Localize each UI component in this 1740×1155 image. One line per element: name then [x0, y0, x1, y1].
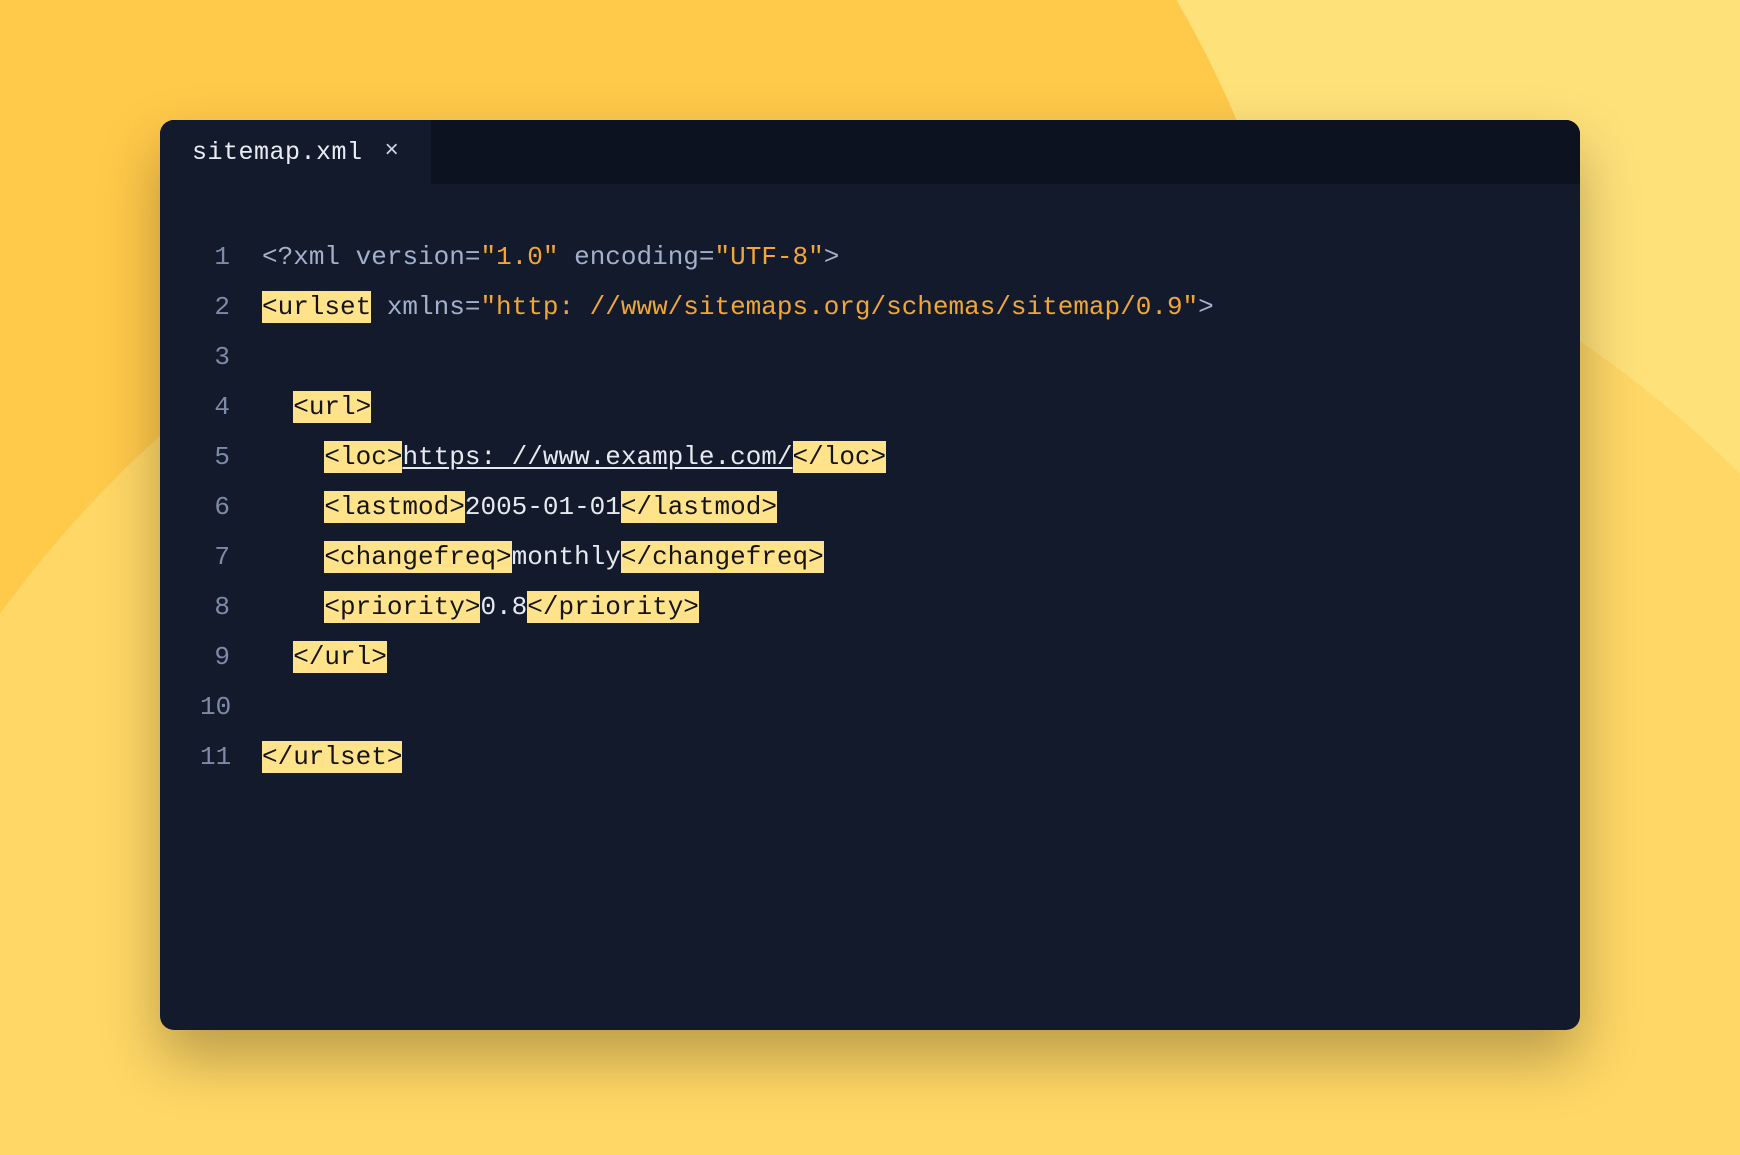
line-number: 1 [200, 244, 262, 270]
code-token [262, 542, 324, 572]
code-token [262, 492, 324, 522]
code-token: xml [293, 242, 355, 272]
code-token [262, 442, 324, 472]
code-line: 11</urlset> [200, 732, 1540, 782]
code-line: 8 <priority>0.8</priority> [200, 582, 1540, 632]
code-content[interactable]: <?xml version="1.0" encoding="UTF-8"> [262, 244, 1540, 270]
line-number: 7 [200, 544, 262, 570]
line-number: 11 [200, 744, 262, 770]
code-token: </changefreq> [621, 541, 824, 573]
code-line: 1<?xml version="1.0" encoding="UTF-8"> [200, 232, 1540, 282]
code-token: <? [262, 242, 293, 272]
code-token: monthly [512, 542, 621, 572]
code-token: <priority> [324, 591, 480, 623]
code-content[interactable]: <urlset xmlns="http: //www/sitemaps.org/… [262, 294, 1540, 320]
code-token: xmlns= [371, 292, 480, 322]
line-number: 9 [200, 644, 262, 670]
code-token: </url> [293, 641, 387, 673]
code-token [262, 692, 278, 722]
code-token: "UTF-8" [715, 242, 824, 272]
code-token: 0.8 [480, 592, 527, 622]
line-number: 2 [200, 294, 262, 320]
code-token [262, 642, 293, 672]
code-token: </priority> [527, 591, 699, 623]
code-token: https: //www.example.com/ [402, 442, 792, 472]
code-line: 9 </url> [200, 632, 1540, 682]
code-token: "http: //www/sitemaps.org/schemas/sitema… [480, 292, 1198, 322]
code-editor-window: sitemap.xml × 1<?xml version="1.0" encod… [160, 120, 1580, 1030]
code-line: 4 <url> [200, 382, 1540, 432]
code-content[interactable]: </urlset> [262, 744, 1540, 770]
line-number: 6 [200, 494, 262, 520]
code-token: </loc> [793, 441, 887, 473]
code-token: > [824, 242, 840, 272]
code-token: encoding= [558, 242, 714, 272]
code-token: <urlset [262, 291, 371, 323]
code-token: </lastmod> [621, 491, 777, 523]
code-token [262, 592, 324, 622]
code-content[interactable]: <loc>https: //www.example.com/</loc> [262, 444, 1540, 470]
code-token: > [1198, 292, 1214, 322]
code-line: 5 <loc>https: //www.example.com/</loc> [200, 432, 1540, 482]
code-token: <url> [293, 391, 371, 423]
close-icon[interactable]: × [381, 136, 404, 168]
code-token: "1.0" [480, 242, 558, 272]
code-line: 7 <changefreq>monthly</changefreq> [200, 532, 1540, 582]
file-tab[interactable]: sitemap.xml × [160, 120, 431, 184]
code-token: <loc> [324, 441, 402, 473]
line-number: 3 [200, 344, 262, 370]
line-number: 10 [200, 694, 262, 720]
code-line: 3 [200, 332, 1540, 382]
code-token: version= [356, 242, 481, 272]
code-content[interactable]: <url> [262, 394, 1540, 420]
code-content[interactable] [262, 694, 1540, 720]
code-area[interactable]: 1<?xml version="1.0" encoding="UTF-8">2<… [160, 184, 1580, 822]
code-token [262, 342, 278, 372]
code-token: <changefreq> [324, 541, 511, 573]
code-content[interactable]: <lastmod>2005-01-01</lastmod> [262, 494, 1540, 520]
code-token [262, 392, 293, 422]
code-line: 6 <lastmod>2005-01-01</lastmod> [200, 482, 1540, 532]
code-token: </urlset> [262, 741, 402, 773]
line-number: 4 [200, 394, 262, 420]
code-line: 10 [200, 682, 1540, 732]
tab-bar: sitemap.xml × [160, 120, 1580, 184]
code-content[interactable]: <priority>0.8</priority> [262, 594, 1540, 620]
file-tab-filename: sitemap.xml [192, 138, 363, 167]
line-number: 5 [200, 444, 262, 470]
code-content[interactable]: <changefreq>monthly</changefreq> [262, 544, 1540, 570]
code-content[interactable] [262, 344, 1540, 370]
code-token: 2005-01-01 [465, 492, 621, 522]
code-line: 2<urlset xmlns="http: //www/sitemaps.org… [200, 282, 1540, 332]
code-token: <lastmod> [324, 491, 464, 523]
code-content[interactable]: </url> [262, 644, 1540, 670]
line-number: 8 [200, 594, 262, 620]
